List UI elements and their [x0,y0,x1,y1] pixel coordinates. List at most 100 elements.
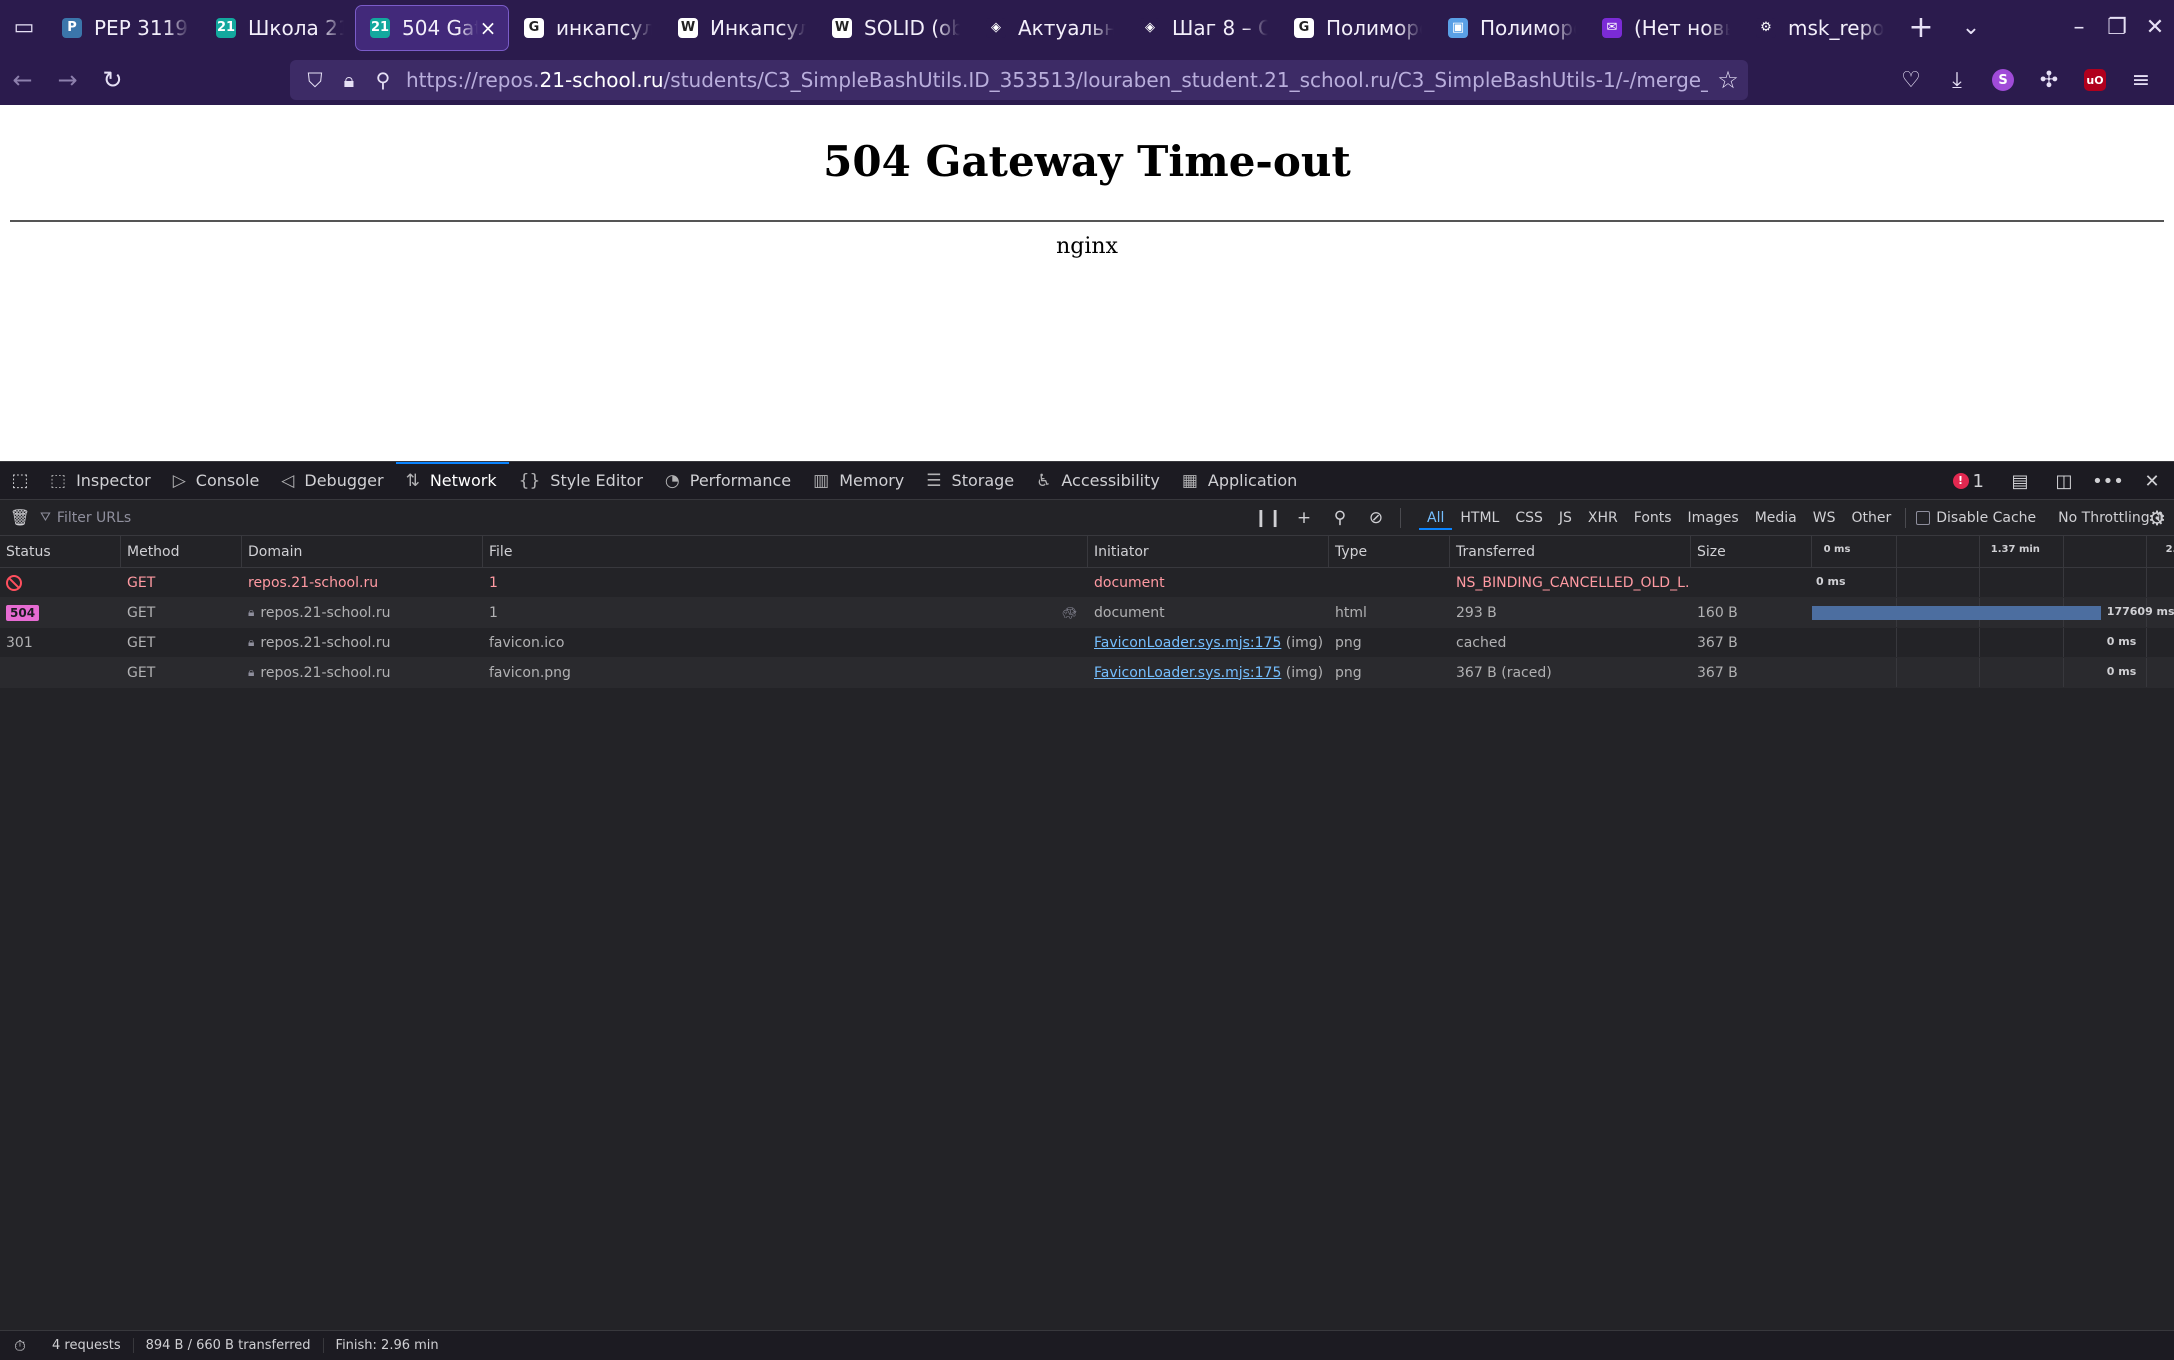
new-tab-button[interactable]: + [1896,10,1946,45]
cell-initiator: document [1088,568,1329,597]
ublock-icon[interactable]: uO [2084,69,2106,91]
downloads-icon[interactable]: ⤓ [1934,68,1980,93]
dock-icon[interactable]: ◫ [2042,471,2086,492]
back-icon[interactable]: ← [0,58,45,102]
initiator-link[interactable]: FaviconLoader.sys.mjs:175 [1094,665,1281,681]
bookmark-star-icon[interactable]: ☆ [1708,66,1748,94]
settings-gear-icon[interactable]: ⚙ [2148,506,2166,530]
column-status[interactable]: Status [0,536,121,567]
filter-type-ws[interactable]: WS [1805,506,1844,530]
browser-tab[interactable]: ⚙ msk_report [1742,6,1894,50]
table-row[interactable]: 504 GET 🔒︎ repos.21-school.ru 1 🐢︎ document htm… [0,598,2174,628]
close-tab-icon[interactable]: × [478,16,498,40]
request-table: Status Method Domain File Initiator Type… [0,536,2174,1323]
column-domain[interactable]: Domain [242,536,483,567]
storage-icon: ☰ [926,470,942,491]
finish-time: Finish: 2.96 min [335,1338,439,1353]
waterfall-gridline [1895,658,1897,687]
table-row[interactable]: 301 GET 🔒︎ repos.21-school.ru favicon.ico Fav… [0,628,2174,658]
browser-tab[interactable]: ◈ Актуальны [972,6,1124,50]
column-method[interactable]: Method [121,536,242,567]
column-initiator[interactable]: Initiator [1088,536,1329,567]
list-all-tabs-icon[interactable]: ⌄ [1946,15,1996,40]
block-icon[interactable]: ⊘ [1358,508,1394,528]
devtools-tab-memory[interactable]: ▥ Memory [803,462,916,500]
filter-type-css[interactable]: CSS [1507,506,1551,530]
performance-analysis-icon[interactable]: ⏱ [0,1337,40,1355]
initiator-link[interactable]: FaviconLoader.sys.mjs:175 [1094,635,1281,651]
filter-type-media[interactable]: Media [1747,506,1805,530]
filter-type-xhr[interactable]: XHR [1580,506,1626,530]
devtools-tab-performance[interactable]: ◔ Performance [655,462,803,500]
filter-urls-input[interactable]: ⛛ Filter URLs [40,510,1250,526]
reload-icon[interactable]: ↻ [90,58,135,102]
pause-icon[interactable]: ❙❙ [1250,508,1286,528]
cell-type [1329,568,1450,597]
filter-type-html[interactable]: HTML [1452,506,1507,530]
table-row[interactable]: GET repos.21-school.ru 1 document NS_BINDING… [0,568,2174,598]
close-devtools-icon[interactable]: ✕ [2130,471,2174,492]
column-transferred[interactable]: Transferred [1450,536,1691,567]
pocket-icon[interactable]: ♡ [1888,68,1934,93]
more-options-icon[interactable]: ••• [2086,471,2130,492]
browser-tab[interactable]: G Полиморф [1280,6,1432,50]
column-file[interactable]: File [483,536,1088,567]
filter-type-fonts[interactable]: Fonts [1626,506,1680,530]
firefox-view-icon[interactable]: ▭ [0,0,48,55]
devtools-tab-inspector[interactable]: ⬚ Inspector [40,462,163,500]
browser-tab[interactable]: ✉ (Нет новых [1588,6,1740,50]
menu-icon[interactable]: ≡ [2118,68,2164,93]
forward-icon[interactable]: → [45,58,90,102]
permissions-icon[interactable]: ⚲ [366,68,400,92]
devtools-tab-accessibility[interactable]: ♿ Accessibility [1026,462,1172,500]
table-row[interactable]: GET 🔒︎ repos.21-school.ru favicon.png Favico… [0,658,2174,688]
column-type[interactable]: Type [1329,536,1450,567]
filter-type-other[interactable]: Other [1843,506,1899,530]
initiator-cause: (img) [1281,664,1324,681]
devtools-tab-storage[interactable]: ☰ Storage [916,462,1026,500]
cell-status: 504 [0,598,121,627]
devtools-tab-debugger[interactable]: ◁ Debugger [271,462,395,500]
url-text[interactable]: https://repos.21-school.ru/students/C3_S… [406,68,1708,92]
lock-icon[interactable]: 🔒︎ [332,68,366,92]
accessibility-icon: ♿ [1036,470,1052,491]
url-bar[interactable]: ⛉ 🔒︎ ⚲ https://repos.21-school.ru/studen… [290,60,1748,100]
devtools-tab-application[interactable]: ▦ Application [1172,462,1309,500]
browser-tab[interactable]: Gинкапсуля [510,6,662,50]
devtools-tab-network[interactable]: ⇅ Network [395,461,509,500]
cell-size: 367 B [1697,634,1738,651]
column-size[interactable]: Size [1691,536,1812,567]
add-icon[interactable]: + [1286,508,1322,528]
filter-type-images[interactable]: Images [1680,506,1747,530]
browser-tab[interactable]: 21 504 Gate× [355,4,509,51]
browser-tab[interactable]: ◈ Шаг 8 – Ос [1126,6,1278,50]
devtools-tab-console[interactable]: ▷ Console [163,462,272,500]
filter-type-all[interactable]: All [1419,506,1453,530]
close-window-icon[interactable]: ✕ [2136,0,2174,55]
tab-title: Школа 21 [248,15,344,40]
clear-icon[interactable]: 🗑︎ [0,508,40,527]
error-count-badge[interactable]: ! 1 [1947,471,1998,492]
browser-tab[interactable]: W Инкапсуля [664,6,816,50]
filter-type-js[interactable]: JS [1551,506,1580,530]
browser-tab[interactable]: 21 Школа 21 [202,6,354,50]
cell-file: 1 [483,568,1088,597]
column-waterfall[interactable]: 0 ms 1.37 min 2.73 min [1812,536,2174,567]
disable-cache-checkbox[interactable]: Disable Cache [1916,510,2036,526]
restore-icon[interactable]: ❐ [2098,0,2136,55]
search-icon[interactable]: ⚲ [1322,508,1358,528]
browser-tab[interactable]: P PEP 3119 – [48,6,200,50]
browser-tab[interactable]: ▣ Полиморф [1434,6,1586,50]
devtools-tab-style-editor[interactable]: {} Style Editor [509,462,655,500]
minimize-icon[interactable]: – [2060,0,2098,55]
extensions-icon[interactable]: ✣ [2026,68,2072,93]
tracking-protection-icon[interactable]: ⛉ [298,68,332,92]
extension-s-icon[interactable]: S [1992,69,2014,91]
devtools-tab-label: Debugger [304,471,384,490]
lock-icon: 🔒︎ [248,635,255,649]
site-icon: ▣ [1448,17,1468,38]
element-picker-icon[interactable]: ⬚ [0,470,40,491]
split-console-icon[interactable]: ▤ [1998,471,2042,492]
cell-type: png [1335,634,1362,651]
browser-tab[interactable]: W SOLID (obj [818,6,970,50]
